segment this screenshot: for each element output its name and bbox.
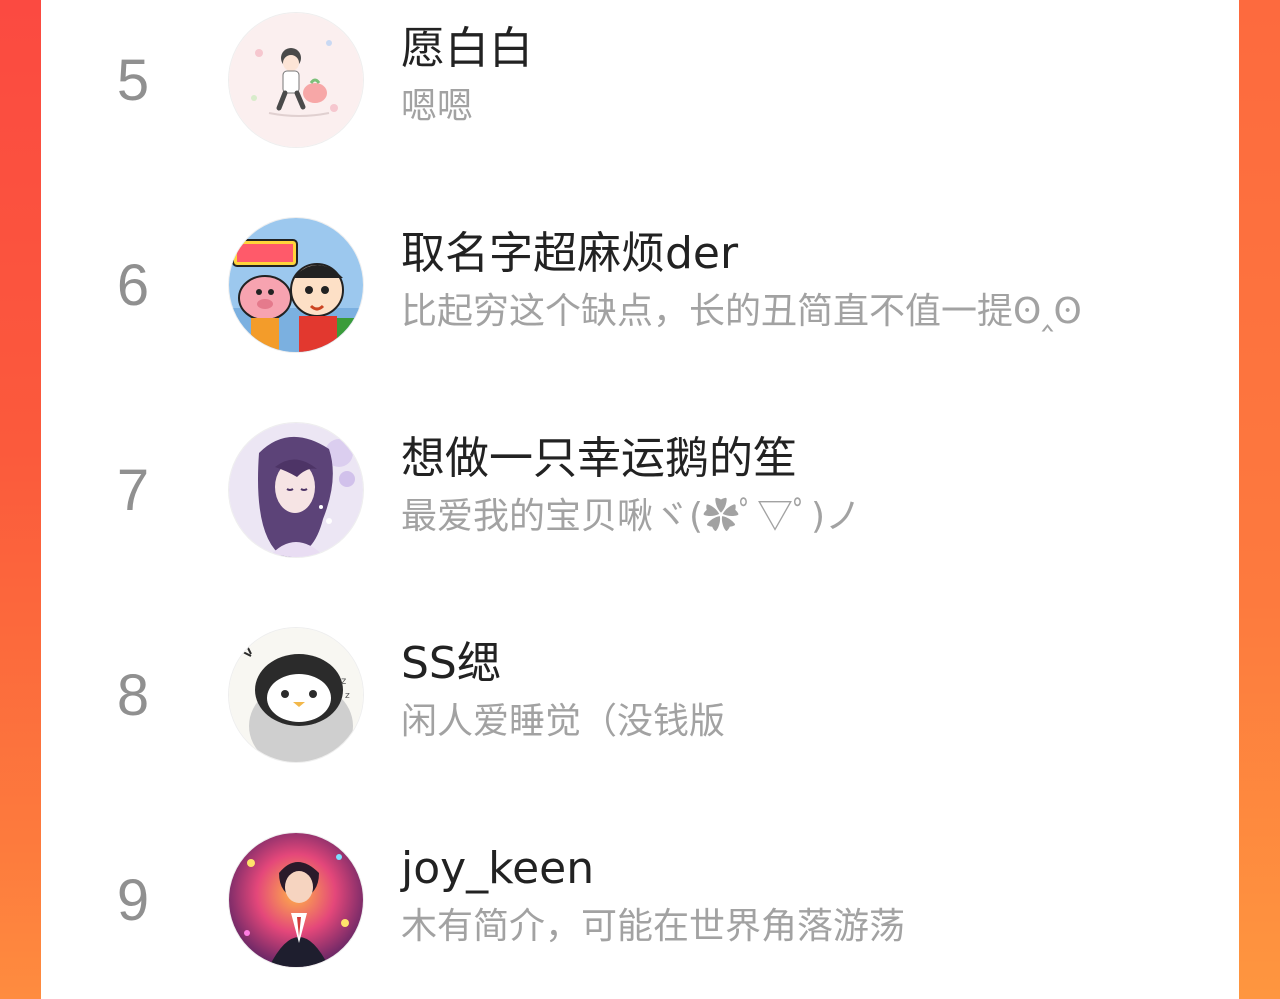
avatar-image <box>229 13 363 147</box>
avatar[interactable] <box>229 833 363 967</box>
avatar-image <box>229 423 363 557</box>
rank-number: 9 <box>116 868 150 933</box>
rank-number: 8 <box>116 663 150 728</box>
user-bio: 嗯嗯 <box>401 86 474 127</box>
user-name: 愿白白 <box>401 23 533 74</box>
rank-number: 5 <box>116 48 150 113</box>
rank-number: 7 <box>116 458 150 523</box>
avatar[interactable]: z z <box>229 628 363 762</box>
user-name: SS缌 <box>401 638 501 689</box>
svg-text:z: z <box>341 676 346 687</box>
avatar-image: z z <box>229 628 363 762</box>
svg-text:z: z <box>345 691 350 701</box>
list-item[interactable]: 9 joy_keen 木有简介，可能在世界角落游荡 <box>41 833 1239 973</box>
avatar[interactable] <box>229 218 363 352</box>
ranking-list: 5 愿白白 嗯嗯 6 取名字超麻烦der 比起穷这个缺点，长的丑简直不值一提ʘ‸… <box>41 0 1239 999</box>
user-bio: 比起穷这个缺点，长的丑简直不值一提ʘ‸ʘ <box>401 291 1082 332</box>
avatar-image <box>229 833 363 967</box>
list-item[interactable]: 5 愿白白 嗯嗯 <box>41 13 1239 153</box>
user-name: 想做一只幸运鹅的笙 <box>401 433 797 484</box>
avatar-image <box>229 218 363 352</box>
avatar[interactable] <box>229 13 363 147</box>
user-bio: 最爱我的宝贝啾ヾ(✿ﾟ▽ﾟ)ノ <box>401 496 862 537</box>
user-bio: 木有简介，可能在世界角落游荡 <box>401 906 906 947</box>
user-bio: 闲人爱睡觉（没钱版 <box>401 701 726 742</box>
user-name: joy_keen <box>401 843 595 894</box>
avatar[interactable] <box>229 423 363 557</box>
rank-number: 6 <box>116 253 150 318</box>
background-gradient-right <box>1239 0 1280 999</box>
list-item[interactable]: 6 取名字超麻烦der 比起穷这个缺点，长的丑简直不值一提ʘ‸ʘ <box>41 218 1239 358</box>
list-item[interactable]: 8 z z SS缌 闲人爱睡觉（没钱版 <box>41 628 1239 768</box>
user-name: 取名字超麻烦der <box>401 228 739 279</box>
list-item[interactable]: 7 想做一只幸运鹅的笙 最爱我的宝贝啾ヾ(✿ﾟ▽ﾟ)ノ <box>41 423 1239 563</box>
